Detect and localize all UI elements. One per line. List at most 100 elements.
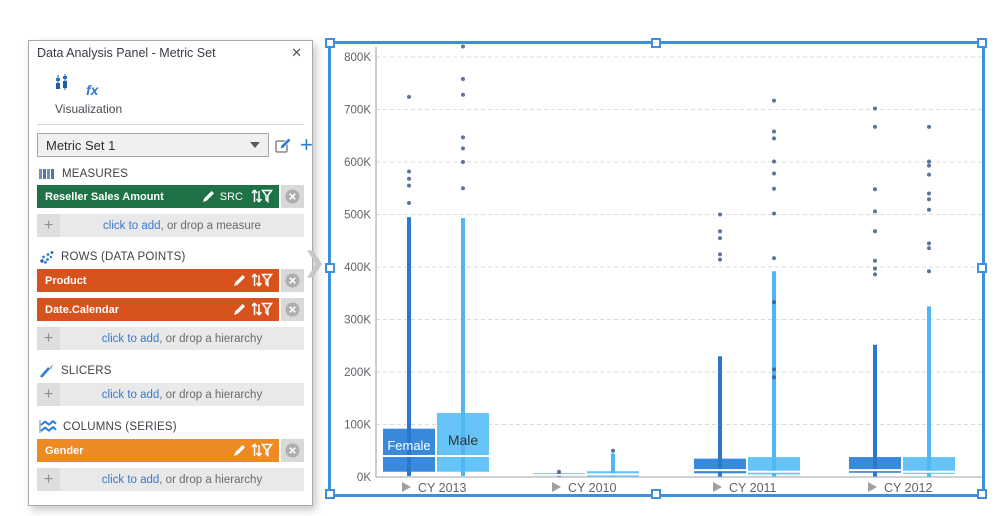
outlier-dot (772, 129, 776, 134)
add-slicer-row[interactable]: + click to add, or drop a hierarchy (37, 383, 304, 406)
add-rows-hierarchy-row[interactable]: + click to add, or drop a hierarchy (37, 327, 304, 350)
box-male-cy-2010[interactable] (587, 448, 639, 477)
outlier-dot (873, 209, 877, 214)
category-text: CY 2010 (568, 481, 616, 494)
box-male-cy-2011[interactable] (748, 98, 800, 477)
data-analysis-panel: Data Analysis Panel - Metric Set ✕ fx Vi… (28, 40, 313, 506)
fx-icon: fx (86, 82, 99, 98)
close-icon[interactable]: ✕ (289, 45, 304, 61)
edit-field-icon[interactable] (233, 274, 247, 287)
remove-field-button[interactable] (281, 298, 304, 321)
boxplot-chart[interactable]: 0K 100K 200K 300K 400K 500K 600K 700K 800K Female… (330, 43, 982, 494)
field-date-calendar[interactable]: Date.Calendar (37, 298, 279, 321)
outlier-dot (718, 257, 722, 262)
field-label: Reseller Sales Amount (45, 190, 164, 203)
slicers-icon (40, 364, 53, 378)
category-text: CY 2011 (729, 481, 777, 494)
category-label-cy-2013[interactable]: CY 2013 (402, 481, 466, 494)
expand-triangle-icon[interactable] (713, 482, 722, 492)
sort-filter-icon[interactable] (251, 302, 273, 317)
outlier-dot (461, 77, 465, 82)
outlier-dot (772, 300, 776, 305)
selection-handle-top-center[interactable] (651, 38, 661, 48)
sort-filter-icon[interactable] (251, 443, 273, 458)
visualization-block[interactable]: fx Visualization (29, 64, 312, 116)
y-tick-label: 600K (344, 157, 371, 169)
selection-handle-top-left[interactable] (325, 38, 335, 48)
outlier-dot (873, 266, 877, 271)
plus-icon: + (37, 327, 60, 350)
box-male-cy-2012[interactable] (903, 124, 955, 477)
box-female-cy-2011[interactable] (694, 212, 746, 477)
selection-handle-middle-right[interactable] (977, 263, 987, 273)
outlier-dot (772, 211, 776, 216)
edit-field-icon[interactable] (233, 303, 247, 316)
field-label: Gender (45, 444, 84, 457)
field-gender[interactable]: Gender (37, 439, 279, 462)
expand-triangle-icon[interactable] (552, 482, 561, 492)
outlier-dot (407, 94, 411, 99)
remove-field-button[interactable] (281, 185, 304, 208)
outlier-dot (772, 171, 776, 176)
click-to-add-link[interactable]: click to add (102, 333, 160, 345)
edit-field-icon[interactable] (202, 190, 216, 203)
category-label-cy-2011[interactable]: CY 2011 (713, 481, 777, 494)
add-columns-hierarchy-row[interactable]: + click to add, or drop a hierarchy (37, 468, 304, 491)
field-label: Date.Calendar (45, 303, 119, 316)
chevron-down-icon (250, 142, 260, 148)
edit-field-icon[interactable] (233, 444, 247, 457)
selection-handle-bottom-center[interactable] (651, 489, 661, 499)
outlier-dot (873, 187, 877, 192)
columns-series-icon (39, 419, 57, 433)
plus-icon: + (37, 468, 60, 491)
remove-field-button[interactable] (281, 269, 304, 292)
outlier-dot (772, 159, 776, 164)
outlier-dot (772, 367, 776, 372)
selection-handle-bottom-left[interactable] (325, 489, 335, 499)
y-tick-label: 0K (357, 472, 371, 484)
y-tick-label: 300K (344, 315, 371, 327)
field-label: Product (45, 274, 87, 287)
box-female-cy-2010[interactable] (533, 469, 585, 477)
expand-triangle-icon[interactable] (402, 482, 411, 492)
click-to-add-link[interactable]: click to add (103, 220, 161, 232)
remove-field-button[interactable] (281, 439, 304, 462)
outlier-dot (873, 106, 877, 111)
metric-set-dropdown[interactable]: Metric Set 1 (37, 133, 269, 157)
add-hint-text: , or drop a measure (160, 219, 261, 232)
field-reseller-sales-amount[interactable]: Reseller Sales Amount SRC (37, 185, 279, 208)
category-label-cy-2012[interactable]: CY 2012 (868, 481, 932, 494)
outlier-dot (772, 256, 776, 261)
outlier-dot (927, 124, 931, 129)
outlier-dot (461, 44, 465, 49)
outlier-dot (407, 169, 411, 174)
sort-filter-icon[interactable] (251, 189, 273, 204)
add-hint-text: , or drop a hierarchy (159, 332, 263, 345)
edit-metric-set-icon[interactable] (275, 137, 294, 154)
add-metric-set-icon[interactable]: + (300, 134, 313, 156)
outlier-dot (407, 183, 411, 188)
category-label-cy-2010[interactable]: CY 2010 (552, 481, 616, 494)
click-to-add-link[interactable]: click to add (102, 474, 160, 486)
selection-handle-bottom-right[interactable] (977, 489, 987, 499)
category-text: CY 2013 (418, 481, 466, 494)
outlier-dot (718, 252, 722, 257)
sort-filter-icon[interactable] (251, 273, 273, 288)
click-to-add-link[interactable]: click to add (102, 389, 160, 401)
series-label-male: Male (448, 432, 479, 448)
box-female-cy-2013[interactable]: Female (383, 94, 435, 476)
outlier-dot (873, 229, 877, 234)
outlier-dot (927, 172, 931, 177)
visualization-icon: fx (55, 74, 101, 98)
series-label-female: Female (387, 438, 430, 453)
field-product[interactable]: Product (37, 269, 279, 292)
outlier-dot (407, 176, 411, 181)
add-measure-row[interactable]: + click to add, or drop a measure (37, 214, 304, 237)
section-label-rows: ROWS (DATA POINTS) (61, 251, 186, 263)
outlier-dot (461, 146, 465, 151)
y-tick-label: 200K (344, 367, 371, 379)
selection-handle-top-right[interactable] (977, 38, 987, 48)
outlier-dot (873, 258, 877, 263)
selection-handle-middle-left[interactable] (325, 263, 335, 273)
expand-triangle-icon[interactable] (868, 482, 877, 492)
